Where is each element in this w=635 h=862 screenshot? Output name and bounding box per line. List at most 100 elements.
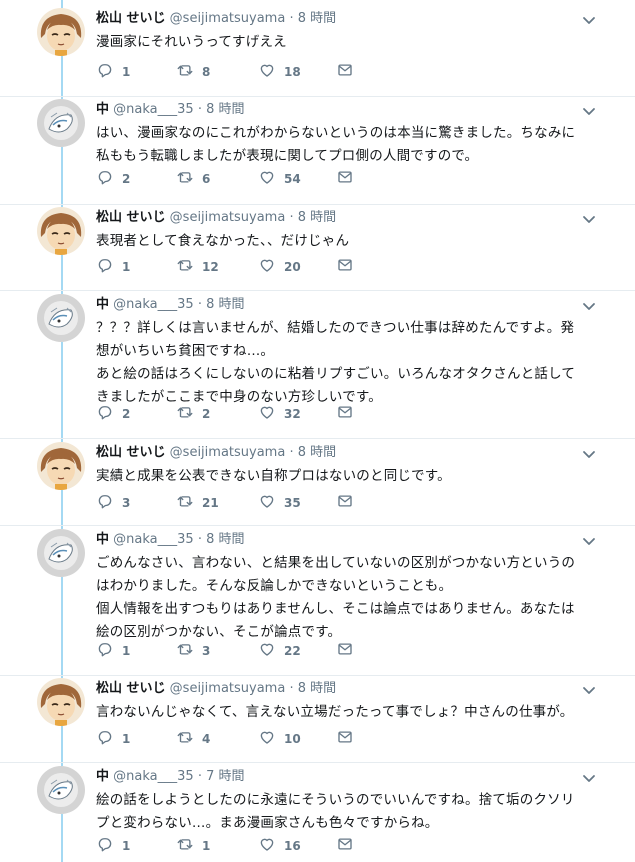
retweet-button[interactable]: 21 xyxy=(176,493,219,513)
separator-dot: · xyxy=(197,532,202,547)
like-button[interactable]: 32 xyxy=(258,404,301,424)
chevron-down-icon[interactable] xyxy=(581,446,597,462)
heart-icon xyxy=(258,256,276,278)
direct-message-button[interactable] xyxy=(336,641,354,661)
user-handle[interactable]: @seijimatsuyama xyxy=(170,445,286,460)
like-count: 32 xyxy=(284,407,301,421)
tweet-header: 松山 せいじ @seijimatsuyama · 8 時間 xyxy=(96,444,336,462)
avatar[interactable] xyxy=(37,294,85,342)
reply-icon xyxy=(96,61,114,83)
separator-dot: · xyxy=(289,210,294,225)
separator-dot: · xyxy=(289,681,294,696)
timestamp[interactable]: 8 時間 xyxy=(206,102,244,117)
separator-dot: · xyxy=(197,102,202,117)
user-handle[interactable]: @seijimatsuyama xyxy=(170,11,286,26)
direct-message-button[interactable] xyxy=(336,62,354,82)
display-name[interactable]: 松山 せいじ xyxy=(96,681,166,696)
avatar[interactable] xyxy=(37,442,85,490)
retweet-button[interactable]: 4 xyxy=(176,729,210,749)
like-button[interactable]: 54 xyxy=(258,169,301,189)
timestamp[interactable]: 8 時間 xyxy=(298,445,336,460)
direct-message-button[interactable] xyxy=(336,836,354,856)
envelope-icon xyxy=(336,492,354,514)
reply-button[interactable]: 1 xyxy=(96,836,130,856)
retweet-button[interactable]: 1 xyxy=(176,836,210,856)
display-name[interactable]: 中 xyxy=(96,102,109,117)
avatar[interactable] xyxy=(37,529,85,577)
user-handle[interactable]: @seijimatsuyama xyxy=(170,210,286,225)
timestamp[interactable]: 8 時間 xyxy=(206,297,244,312)
timestamp[interactable]: 8 時間 xyxy=(298,11,336,26)
separator-dot: · xyxy=(289,11,294,26)
timestamp[interactable]: 8 時間 xyxy=(206,532,244,547)
display-name[interactable]: 中 xyxy=(96,769,109,784)
timestamp[interactable]: 8 時間 xyxy=(298,681,336,696)
display-name[interactable]: 松山 せいじ xyxy=(96,210,166,225)
chevron-down-icon[interactable] xyxy=(581,12,597,28)
retweet-button[interactable]: 8 xyxy=(176,62,210,82)
retweet-button[interactable]: 12 xyxy=(176,257,219,277)
display-name[interactable]: 松山 せいじ xyxy=(96,445,166,460)
reply-count: 1 xyxy=(122,732,131,746)
direct-message-button[interactable] xyxy=(336,729,354,749)
timestamp[interactable]: 7 時間 xyxy=(206,769,244,784)
like-count: 54 xyxy=(284,172,301,186)
avatar[interactable] xyxy=(37,766,85,814)
direct-message-button[interactable] xyxy=(336,169,354,189)
user-handle[interactable]: @seijimatsuyama xyxy=(170,681,286,696)
reply-button[interactable]: 1 xyxy=(96,257,130,277)
like-button[interactable]: 22 xyxy=(258,641,301,661)
avatar[interactable] xyxy=(37,207,85,255)
reply-button[interactable]: 2 xyxy=(96,169,130,189)
timestamp[interactable]: 8 時間 xyxy=(298,210,336,225)
like-button[interactable]: 35 xyxy=(258,493,301,513)
avatar[interactable] xyxy=(37,99,85,147)
tweet-divider xyxy=(0,96,635,97)
like-button[interactable]: 18 xyxy=(258,62,301,82)
like-button[interactable]: 20 xyxy=(258,257,301,277)
display-name[interactable]: 中 xyxy=(96,532,109,547)
reply-icon xyxy=(96,640,114,662)
avatar[interactable] xyxy=(37,678,85,726)
display-name[interactable]: 松山 せいじ xyxy=(96,11,166,26)
reply-count: 1 xyxy=(122,65,131,79)
avatar[interactable] xyxy=(37,8,85,56)
direct-message-button[interactable] xyxy=(336,257,354,277)
reply-button[interactable]: 1 xyxy=(96,62,130,82)
retweet-icon xyxy=(176,403,194,425)
user-handle[interactable]: @naka___35 xyxy=(113,102,194,117)
retweet-count: 2 xyxy=(202,407,211,421)
envelope-icon xyxy=(336,728,354,750)
reply-button[interactable]: 1 xyxy=(96,729,130,749)
tweet-text: 絵の話をしようとしたのに永遠にそういうのでいいんですね。捨て垢のクソリ プと変わ… xyxy=(96,792,575,831)
separator-dot: · xyxy=(197,769,202,784)
like-button[interactable]: 10 xyxy=(258,729,301,749)
chevron-down-icon[interactable] xyxy=(581,770,597,786)
reply-button[interactable]: 3 xyxy=(96,493,130,513)
chevron-down-icon[interactable] xyxy=(581,533,597,549)
retweet-button[interactable]: 6 xyxy=(176,169,210,189)
envelope-icon xyxy=(336,256,354,278)
tweet-header: 中 @naka___35 · 8 時間 xyxy=(96,296,245,314)
chevron-down-icon[interactable] xyxy=(581,211,597,227)
reply-button[interactable]: 2 xyxy=(96,404,130,424)
like-button[interactable]: 16 xyxy=(258,836,301,856)
reply-icon xyxy=(96,492,114,514)
direct-message-button[interactable] xyxy=(336,404,354,424)
chevron-down-icon[interactable] xyxy=(581,298,597,314)
retweet-button[interactable]: 2 xyxy=(176,404,210,424)
retweet-icon xyxy=(176,640,194,662)
direct-message-button[interactable] xyxy=(336,493,354,513)
tweet-text: はい、漫画家なのにこれがわからないというのは本当に驚きました。ちなみに 私ももう… xyxy=(96,125,576,164)
retweet-count: 12 xyxy=(202,260,219,274)
user-handle[interactable]: @naka___35 xyxy=(113,297,194,312)
reply-button[interactable]: 1 xyxy=(96,641,130,661)
display-name[interactable]: 中 xyxy=(96,297,109,312)
tweet-divider xyxy=(0,762,635,763)
user-handle[interactable]: @naka___35 xyxy=(113,532,194,547)
user-handle[interactable]: @naka___35 xyxy=(113,769,194,784)
retweet-button[interactable]: 3 xyxy=(176,641,210,661)
chevron-down-icon[interactable] xyxy=(581,682,597,698)
reply-count: 1 xyxy=(122,260,131,274)
chevron-down-icon[interactable] xyxy=(581,103,597,119)
